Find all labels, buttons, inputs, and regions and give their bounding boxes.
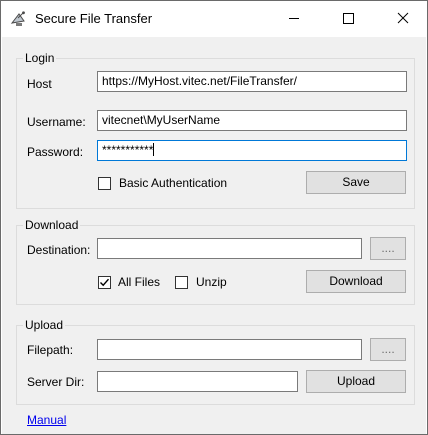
- username-input[interactable]: vitecnet\MyUserName: [97, 110, 407, 131]
- basic-auth-label: Basic Authentication: [119, 176, 228, 190]
- client-area: Login Host https://MyHost.vitec.net/File…: [2, 37, 426, 434]
- all-files-checkbox[interactable]: [98, 276, 111, 289]
- text-caret: [153, 143, 155, 156]
- server-dir-label: Server Dir:: [27, 375, 85, 389]
- app-window: Secure File Transfer Login Host https://…: [0, 0, 428, 435]
- close-button[interactable]: [380, 1, 426, 35]
- filepath-label: Filepath:: [27, 343, 74, 357]
- save-button[interactable]: Save: [306, 171, 406, 194]
- satellite-dish-icon: [10, 11, 25, 26]
- password-value: ***********: [102, 143, 154, 157]
- username-label: Username:: [27, 115, 86, 129]
- upload-button[interactable]: Upload: [306, 370, 406, 393]
- download-legend: Download: [25, 218, 79, 232]
- upload-legend: Upload: [25, 318, 64, 332]
- destination-label: Destination:: [27, 243, 91, 257]
- minimize-icon: [289, 18, 299, 19]
- maximize-icon: [343, 13, 354, 24]
- destination-input[interactable]: [97, 238, 362, 259]
- server-dir-input[interactable]: [97, 371, 298, 392]
- download-button[interactable]: Download: [306, 270, 406, 293]
- close-icon: [397, 12, 409, 24]
- title-bar[interactable]: Secure File Transfer: [1, 1, 427, 37]
- unzip-label: Unzip: [196, 275, 227, 289]
- window-title: Secure File Transfer: [35, 11, 153, 26]
- password-input[interactable]: ***********: [97, 140, 407, 161]
- destination-browse-button[interactable]: ....: [370, 237, 406, 260]
- maximize-button[interactable]: [325, 1, 371, 35]
- basic-auth-checkbox[interactable]: [98, 177, 111, 190]
- filepath-input[interactable]: [97, 339, 362, 360]
- minimize-button[interactable]: [271, 1, 317, 35]
- filepath-browse-button[interactable]: ....: [370, 338, 406, 361]
- host-input[interactable]: https://MyHost.vitec.net/FileTransfer/: [97, 71, 407, 92]
- login-legend: Login: [25, 51, 55, 65]
- checkmark-icon: [100, 278, 110, 287]
- password-label: Password:: [27, 145, 84, 159]
- manual-link[interactable]: Manual: [27, 413, 66, 427]
- all-files-label: All Files: [118, 275, 161, 289]
- host-label: Host: [27, 77, 52, 91]
- unzip-checkbox[interactable]: [175, 276, 188, 289]
